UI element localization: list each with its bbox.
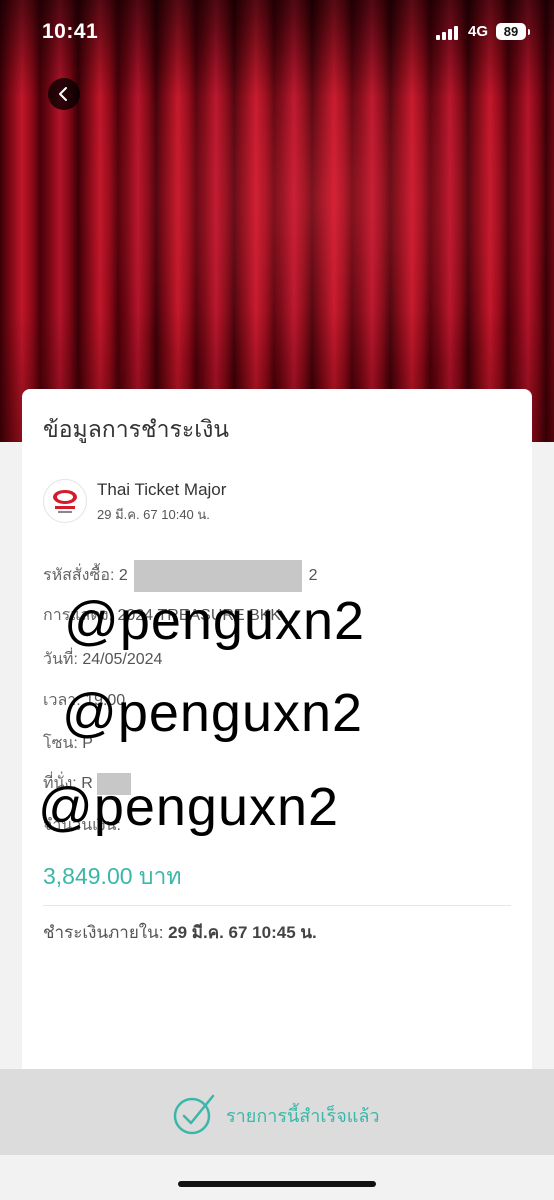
ticket-logo-icon [48,484,82,518]
order-prefix: 2 [118,567,128,585]
card-title: ข้อมูลการชำระเงิน [43,416,230,442]
redacted-order-number [134,560,303,592]
amount-value: 3,849.00 บาท [43,863,182,889]
order-label: รหัสสั่งซื้อ: [43,567,115,585]
home-indicator[interactable] [178,1181,376,1187]
status-bar: 10:41 4G 89 [0,0,554,66]
watermark-text: @penguxn2 [38,777,340,837]
watermark-text: @penguxn2 [62,683,364,743]
order-suffix: 2 [308,567,318,585]
merchant-logo [43,479,87,523]
signal-icon [436,26,462,40]
order-row: รหัสสั่งซื้อ: 2 2 [43,560,318,592]
status-footer: รายการนี้สำเร็จแล้ว [0,1069,554,1155]
success-status-text: รายการนี้สำเร็จแล้ว [226,1106,380,1126]
pay-by-value: 29 มี.ค. 67 10:45 น. [168,923,317,942]
date-label: วันที่: [43,651,78,668]
back-button[interactable] [48,78,80,110]
merchant-datetime: 29 มี.ค. 67 10:40 น. [97,507,210,522]
check-circle-icon [173,1094,215,1135]
watermark-text: @penguxn2 [64,591,366,651]
network-label: 4G [468,23,489,40]
pay-by-label: ชำระเงินภายใน: [43,923,164,942]
curtain-banner [0,0,554,442]
pay-by-row: ชำระเงินภายใน: 29 มี.ค. 67 10:45 น. [43,919,317,946]
divider [43,905,511,906]
chevron-left-icon [59,87,67,101]
date-value: 24/05/2024 [82,651,163,668]
battery-icon: 89 [496,23,530,40]
merchant-name: Thai Ticket Major [97,480,227,499]
status-time: 10:41 [42,20,99,43]
